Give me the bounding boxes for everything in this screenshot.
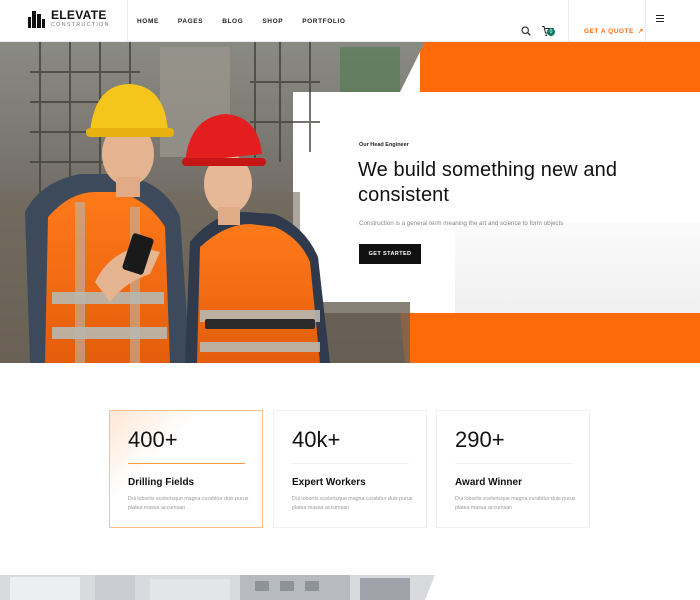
building-logo-icon [28, 10, 46, 28]
header-divider [568, 0, 569, 42]
stat-divider [128, 463, 245, 464]
nav-item-home[interactable]: HOME [137, 18, 159, 25]
hero-description: Construction is a general term meaning t… [359, 220, 564, 227]
hamburger-menu-icon[interactable] [656, 15, 664, 23]
stat-number: 400+ [128, 427, 178, 452]
header-divider [645, 0, 646, 42]
hero-eyebrow: Our Head Engineer [359, 142, 409, 148]
faded-building-background [455, 222, 700, 313]
quote-label: GET A QUOTE [584, 27, 634, 35]
main-nav: HOME PAGES BLOG SHOP PORTFOLIO [137, 0, 346, 42]
stat-divider [455, 463, 572, 464]
accent-band-top [420, 42, 700, 92]
stat-title: Drilling Fields [128, 477, 195, 488]
brand-subtitle: CONSTRUCTION [51, 22, 110, 28]
stat-card-expert-workers[interactable]: 40k+ Expert Workers Dui lobortis sceleri… [273, 410, 427, 528]
stat-card-drilling-fields[interactable]: 400+ Drilling Fields Dui lobortis sceler… [109, 410, 263, 528]
brand-logo[interactable]: ELEVATE CONSTRUCTION [28, 9, 110, 29]
arrow-up-right-icon: ↗ [637, 28, 644, 35]
stat-title: Award Winner [455, 477, 522, 488]
next-section-image [0, 575, 435, 600]
stat-title: Expert Workers [292, 477, 366, 488]
stat-number: 290+ [455, 427, 505, 452]
nav-item-pages[interactable]: PAGES [178, 18, 203, 25]
accent-band-bottom [400, 313, 700, 363]
site-header: ELEVATE CONSTRUCTION HOME PAGES BLOG SHO… [0, 0, 700, 42]
nav-item-shop[interactable]: SHOP [262, 18, 283, 25]
nav-item-blog[interactable]: BLOG [222, 18, 243, 25]
stat-divider [292, 463, 409, 464]
search-icon[interactable] [521, 26, 531, 36]
stat-description: Dui lobortis scelerisque magna curabitur… [128, 496, 249, 511]
nav-item-portfolio[interactable]: PORTFOLIO [302, 18, 345, 25]
stat-number: 40k+ [292, 427, 341, 452]
cart-count-badge: 0 [547, 28, 555, 36]
get-a-quote-link[interactable]: GET A QUOTE ↗ [584, 27, 644, 36]
stat-description: Dui lobortis scelerisque magna curabitur… [292, 496, 413, 511]
hero-title: We build something new and consistent [358, 159, 618, 206]
hero-section: Our Head Engineer We build something new… [0, 42, 700, 363]
stat-description: Dui lobortis scelerisque magna curabitur… [455, 496, 576, 511]
stat-card-award-winner[interactable]: 290+ Award Winner Dui lobortis scelerisq… [436, 410, 590, 528]
get-started-button[interactable]: GET STARTED [359, 244, 421, 264]
header-divider [127, 0, 128, 42]
brand-name: ELEVATE [51, 8, 107, 22]
